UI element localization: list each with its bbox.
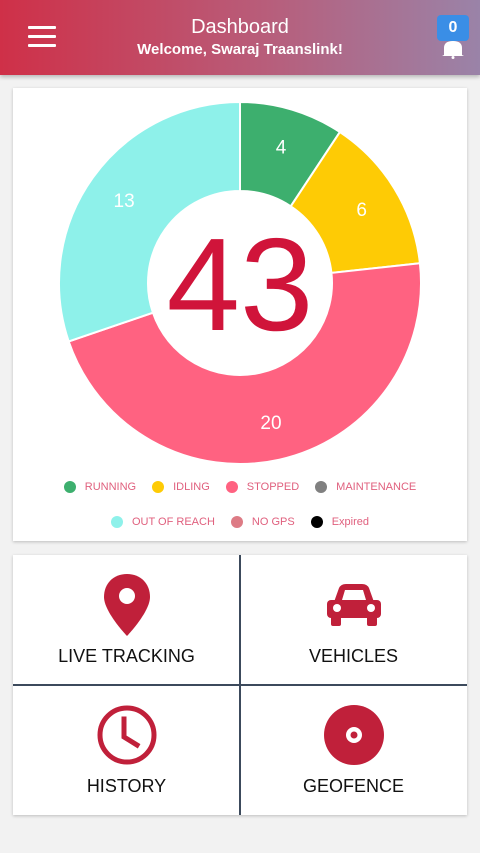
donut-value-label: 4 <box>276 138 287 159</box>
legend-color-dot <box>315 480 328 493</box>
legend-label: STOPPED <box>246 480 300 493</box>
status-chart-card: 4 6 20 13 43 RUNNING IDLING STOPPED MAINTENANCE… <box>13 88 467 541</box>
history-label: HISTORY <box>86 776 167 796</box>
geofence-tile[interactable]: GEOFENCE <box>240 685 467 815</box>
map-pin-icon <box>103 574 150 636</box>
legend-item-no-gps[interactable]: NO GPS <box>230 515 295 528</box>
legend-color-dot <box>152 480 165 493</box>
app-header: Dashboard Welcome, Swaraj Traanslink! 0 <box>0 0 480 75</box>
legend-label: RUNNING <box>84 480 137 493</box>
legend-label: NO GPS <box>251 515 295 528</box>
legend-item-maintenance[interactable]: MAINTENANCE <box>315 480 416 493</box>
legend-item-running[interactable]: RUNNING <box>63 480 137 493</box>
grid-divider-horizontal <box>13 684 467 686</box>
legend-label: OUT OF REACH <box>131 515 215 528</box>
bell-icon <box>442 41 464 59</box>
legend-item-idling[interactable]: IDLING <box>152 480 210 493</box>
menu-grid-card: LIVE TRACKING VEHICLES HISTORY GEOFENCE <box>13 555 467 815</box>
vehicles-tile[interactable]: VEHICLES <box>240 555 467 685</box>
welcome-text: Welcome, Swaraj Traanslink! <box>137 41 343 58</box>
page-title: Dashboard <box>191 16 289 38</box>
legend-color-dot <box>310 515 323 528</box>
legend-color-dot <box>225 480 238 493</box>
legend-item-expired[interactable]: Expired <box>310 515 369 528</box>
notification-count-badge: 0 <box>437 15 469 41</box>
vehicles-label: VEHICLES <box>308 646 399 666</box>
geofence-disc-icon <box>323 705 384 765</box>
donut-value-label: 20 <box>260 413 281 434</box>
legend-label: IDLING <box>173 480 210 493</box>
legend-item-stopped[interactable]: STOPPED <box>225 480 300 493</box>
total-vehicles-count: 43 <box>167 211 314 358</box>
legend-color-dot <box>230 515 243 528</box>
history-tile[interactable]: HISTORY <box>13 685 240 815</box>
legend-label: Expired <box>331 515 369 528</box>
clock-icon <box>97 705 156 765</box>
legend-color-dot <box>63 480 76 493</box>
vehicle-status-donut-chart: 4 6 20 13 43 <box>58 100 422 465</box>
car-icon <box>326 584 381 626</box>
live-tracking-label: LIVE TRACKING <box>58 646 195 666</box>
legend-item-out-of-reach[interactable]: OUT OF REACH <box>110 515 215 528</box>
geofence-label: GEOFENCE <box>302 776 404 796</box>
legend-color-dot <box>110 515 123 528</box>
legend-label: MAINTENANCE <box>336 480 417 493</box>
donut-value-label: 13 <box>114 191 135 212</box>
live-tracking-tile[interactable]: LIVE TRACKING <box>13 555 240 685</box>
chart-legend: RUNNING IDLING STOPPED MAINTENANCE OUT OF RE… <box>13 480 467 528</box>
notification-button[interactable]: 0 <box>436 15 470 61</box>
donut-value-label: 6 <box>356 200 367 221</box>
